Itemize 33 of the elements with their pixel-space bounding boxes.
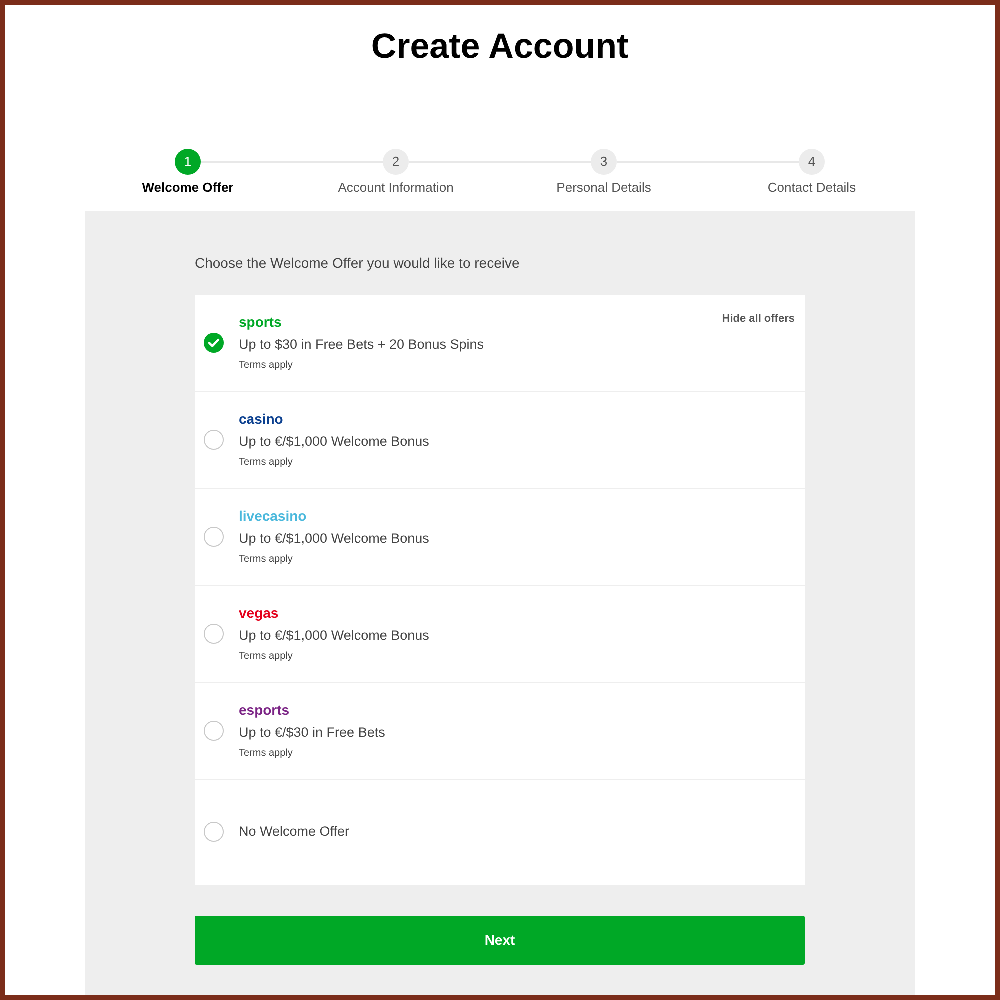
terms-text: Terms apply bbox=[239, 650, 293, 664]
page-title: Create Account bbox=[371, 26, 629, 68]
terms-text: Terms apply bbox=[239, 746, 293, 760]
offer-brand: esports bbox=[239, 700, 290, 720]
offer-description: No Welcome Offer bbox=[239, 823, 350, 841]
step-number: 1 bbox=[175, 149, 201, 175]
offer-description: Up to €/$1,000 Welcome Bonus bbox=[239, 530, 430, 548]
offer-description: Up to €/$1,000 Welcome Bonus bbox=[239, 626, 430, 645]
radio-button[interactable] bbox=[204, 430, 224, 450]
step-number: 2 bbox=[383, 149, 409, 175]
step-label: Account Information bbox=[338, 179, 454, 197]
step-label: Personal Details bbox=[556, 179, 652, 197]
step-number: 4 bbox=[799, 149, 825, 175]
terms-text: Terms apply bbox=[239, 456, 293, 470]
check-circle-icon[interactable] bbox=[204, 332, 224, 352]
terms-text: Terms apply bbox=[239, 552, 293, 566]
offer-description: Up to $30 in Free Bets + 20 Bonus Spins bbox=[239, 336, 484, 354]
radio-button[interactable] bbox=[204, 526, 224, 546]
prompt-text: Choose the Welcome Offer you would like to receive bbox=[195, 254, 521, 270]
step-number: 3 bbox=[591, 149, 617, 175]
step-label: Welcome Offer bbox=[142, 179, 234, 197]
offer-brand: vegas bbox=[239, 604, 279, 622]
radio-button[interactable] bbox=[204, 720, 224, 740]
hide-offers-link[interactable]: Hide all offers bbox=[722, 310, 795, 327]
offer-brand: livecasino bbox=[239, 506, 307, 526]
step-label: Contact Details bbox=[768, 179, 856, 197]
offer-brand: sports bbox=[239, 312, 282, 332]
radio-button[interactable] bbox=[204, 624, 224, 644]
offer-description: Up to €/$30 in Free Bets bbox=[239, 724, 386, 742]
offer-description: Up to €/$1,000 Welcome Bonus bbox=[239, 432, 430, 451]
radio-button[interactable] bbox=[204, 822, 224, 842]
offer-brand: casino bbox=[239, 410, 284, 428]
terms-text: Terms apply bbox=[239, 358, 293, 372]
